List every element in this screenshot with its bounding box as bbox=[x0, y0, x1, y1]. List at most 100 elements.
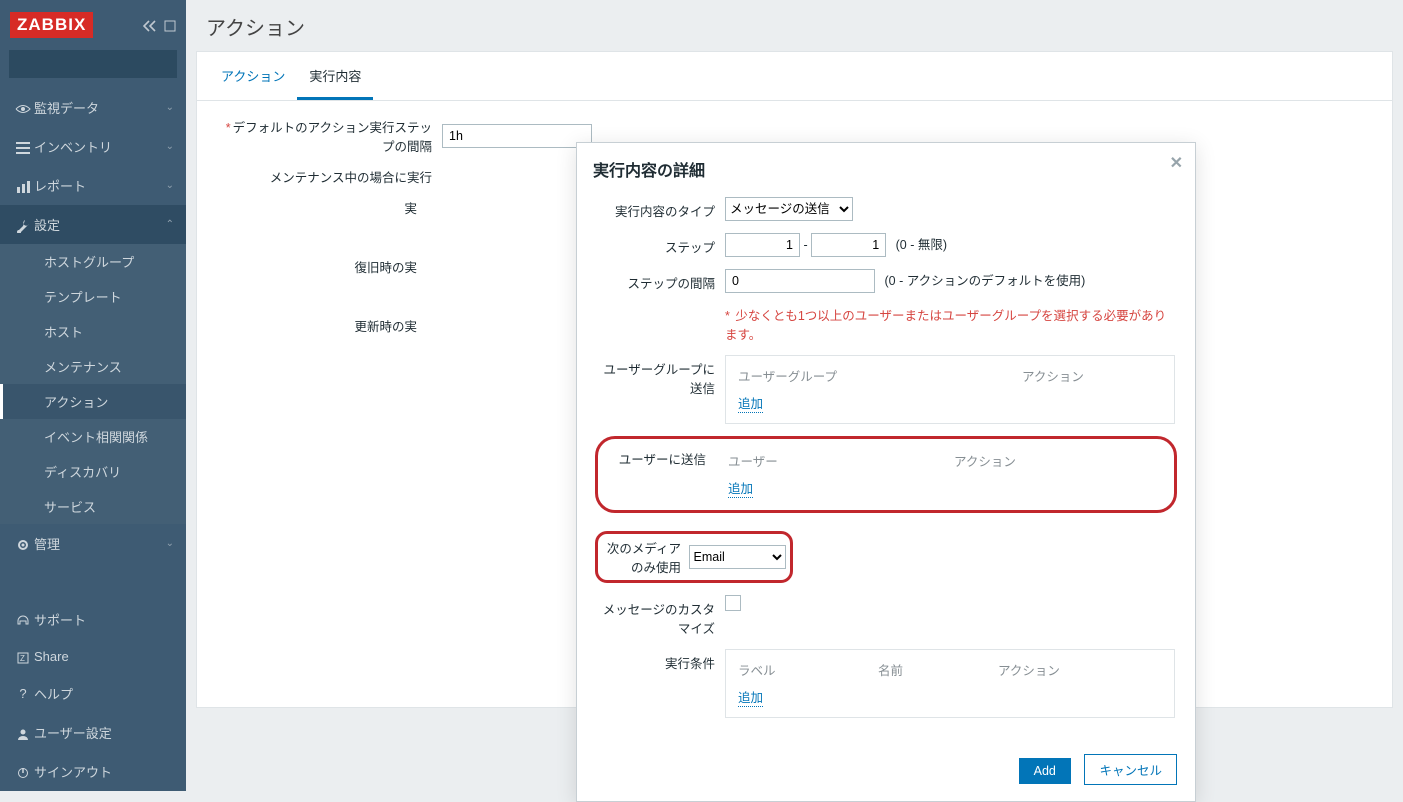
media-select[interactable]: Email bbox=[689, 545, 786, 569]
step-duration-label: ステップの間隔 bbox=[595, 269, 725, 292]
step-duration-input[interactable] bbox=[725, 269, 875, 293]
sub-correlation[interactable]: イベント相関関係 bbox=[0, 419, 186, 454]
list-icon bbox=[12, 139, 34, 155]
required-mark: * bbox=[725, 309, 730, 323]
nav-reports[interactable]: レポート ⌄ bbox=[0, 166, 186, 205]
search-input[interactable] bbox=[9, 57, 202, 72]
nav-label: 管理 bbox=[34, 534, 166, 553]
user-label: ユーザーに送信 bbox=[606, 445, 716, 468]
sub-actions[interactable]: アクション bbox=[0, 384, 186, 419]
modal-title: 実行内容の詳細 bbox=[593, 163, 705, 180]
nav-label: レポート bbox=[34, 176, 166, 195]
eye-icon bbox=[12, 100, 34, 116]
media-label: 次のメディアのみ使用 bbox=[602, 536, 685, 578]
chevron-down-icon: ⌄ bbox=[166, 141, 174, 152]
tab-action[interactable]: アクション bbox=[209, 52, 297, 100]
user-col2: アクション bbox=[954, 451, 1154, 470]
conditions-label: 実行条件 bbox=[595, 649, 725, 672]
conditions-add-link[interactable]: 追加 bbox=[738, 687, 763, 707]
search-box bbox=[9, 50, 177, 78]
help-link[interactable]: ? ヘルプ bbox=[0, 674, 186, 713]
gear-icon bbox=[12, 535, 34, 551]
modal-close-icon[interactable]: ✕ bbox=[1170, 153, 1183, 173]
custom-message-label: メッセージのカスタマイズ bbox=[595, 595, 725, 637]
default-step-label: デフォルトのアクション実行ステップの間隔 bbox=[233, 121, 432, 154]
step-label: ステップ bbox=[595, 233, 725, 256]
usergroup-add-link[interactable]: 追加 bbox=[738, 393, 763, 413]
nav-label: 監視データ bbox=[34, 98, 166, 117]
sub-templates[interactable]: テンプレート bbox=[0, 279, 186, 314]
step-hint: (0 - 無限) bbox=[890, 238, 947, 252]
sub-hostgroups[interactable]: ホストグループ bbox=[0, 244, 186, 279]
svg-text:Z: Z bbox=[20, 654, 25, 663]
nav-inventory[interactable]: インベントリ ⌄ bbox=[0, 127, 186, 166]
operation-type-label: 実行内容のタイプ bbox=[595, 197, 725, 220]
label: サインアウト bbox=[34, 762, 112, 781]
annotation-media-row: 次のメディアのみ使用 Email bbox=[595, 531, 793, 583]
chevron-down-icon: ⌄ bbox=[166, 538, 174, 549]
annotation-user-row: ユーザーに送信 ユーザーアクション 追加 bbox=[595, 436, 1177, 513]
support-link[interactable]: サポート bbox=[0, 600, 186, 639]
wrench-icon bbox=[12, 216, 34, 232]
sub-maintenance[interactable]: メンテナンス bbox=[0, 349, 186, 384]
modal-add-button[interactable]: Add bbox=[1019, 758, 1071, 784]
usergroup-col2: アクション bbox=[1022, 366, 1162, 385]
share-link[interactable]: Z Share bbox=[0, 639, 186, 674]
default-step-input[interactable] bbox=[442, 124, 592, 148]
sub-hosts[interactable]: ホスト bbox=[0, 314, 186, 349]
signout-link[interactable]: サインアウト bbox=[0, 752, 186, 791]
step-duration-hint: (0 - アクションのデフォルトを使用) bbox=[878, 274, 1085, 288]
chevron-down-icon: ⌄ bbox=[166, 180, 174, 191]
usergroup-col1: ユーザーグループ bbox=[738, 366, 1022, 385]
collapse-icon[interactable] bbox=[143, 18, 176, 33]
chart-icon bbox=[12, 178, 34, 194]
update-partial: 更新時の実 bbox=[354, 320, 417, 334]
tabs: アクション 実行内容 bbox=[197, 52, 1392, 101]
user-col1: ユーザー bbox=[728, 451, 954, 470]
cond-col1: ラベル bbox=[738, 660, 878, 679]
label: サポート bbox=[34, 610, 86, 629]
usergroup-label: ユーザーグループに送信 bbox=[595, 355, 725, 397]
operation-details-modal: 実行内容の詳細 ✕ 実行内容のタイプ メッセージの送信 ステップ - (0 - … bbox=[576, 142, 1196, 802]
user-box: ユーザーアクション 追加 bbox=[716, 445, 1166, 504]
chevron-up-icon: ⌃ bbox=[166, 219, 174, 230]
recovery-partial: 復旧時の実 bbox=[354, 261, 417, 275]
usergroup-box: ユーザーグループアクション 追加 bbox=[725, 355, 1175, 424]
logo[interactable]: ZABBIX bbox=[10, 12, 93, 38]
exec-partial: 実 bbox=[404, 202, 417, 216]
user-add-link[interactable]: 追加 bbox=[728, 478, 753, 498]
operation-type-select[interactable]: メッセージの送信 bbox=[725, 197, 853, 221]
cond-col2: 名前 bbox=[878, 660, 998, 679]
main: アクション アクション 実行内容 *デフォルトのアクション実行ステップの間隔 メ… bbox=[186, 0, 1403, 791]
nav-label: インベントリ bbox=[34, 137, 166, 156]
label: ヘルプ bbox=[34, 684, 73, 703]
sub-discovery[interactable]: ディスカバリ bbox=[0, 454, 186, 489]
chevron-down-icon: ⌄ bbox=[166, 102, 174, 113]
nav-monitoring[interactable]: 監視データ ⌄ bbox=[0, 88, 186, 127]
profile-link[interactable]: ユーザー設定 bbox=[0, 713, 186, 752]
nav-administration[interactable]: 管理 ⌄ bbox=[0, 524, 186, 563]
pause-label: メンテナンス中の場合に実行 bbox=[217, 167, 442, 186]
sidebar: ZABBIX 監視データ ⌄ インベントリ ⌄ レポート ⌄ bbox=[0, 0, 186, 791]
page-title: アクション bbox=[186, 0, 1403, 51]
step-sep: - bbox=[803, 238, 807, 252]
nav-label: 設定 bbox=[34, 215, 166, 234]
user-icon bbox=[12, 725, 34, 740]
power-icon bbox=[12, 764, 34, 779]
help-icon: ? bbox=[12, 686, 34, 701]
step-from-input[interactable] bbox=[725, 233, 800, 257]
modal-cancel-button[interactable]: キャンセル bbox=[1084, 754, 1177, 785]
share-icon: Z bbox=[12, 649, 34, 664]
nav-configuration[interactable]: 設定 ⌃ bbox=[0, 205, 186, 244]
label: ユーザー設定 bbox=[34, 723, 112, 742]
custom-message-checkbox[interactable] bbox=[725, 595, 741, 611]
cond-col3: アクション bbox=[998, 660, 1060, 679]
user-warning: 少なくとも1つ以上のユーザーまたはユーザーグループを選択する必要があります。 bbox=[725, 309, 1166, 342]
headset-icon bbox=[12, 612, 34, 628]
conditions-box: ラベル 名前 アクション 追加 bbox=[725, 649, 1175, 718]
sub-services[interactable]: サービス bbox=[0, 489, 186, 524]
required-mark: * bbox=[226, 121, 231, 135]
tab-operations[interactable]: 実行内容 bbox=[297, 52, 373, 100]
label: Share bbox=[34, 649, 69, 664]
step-to-input[interactable] bbox=[811, 233, 886, 257]
